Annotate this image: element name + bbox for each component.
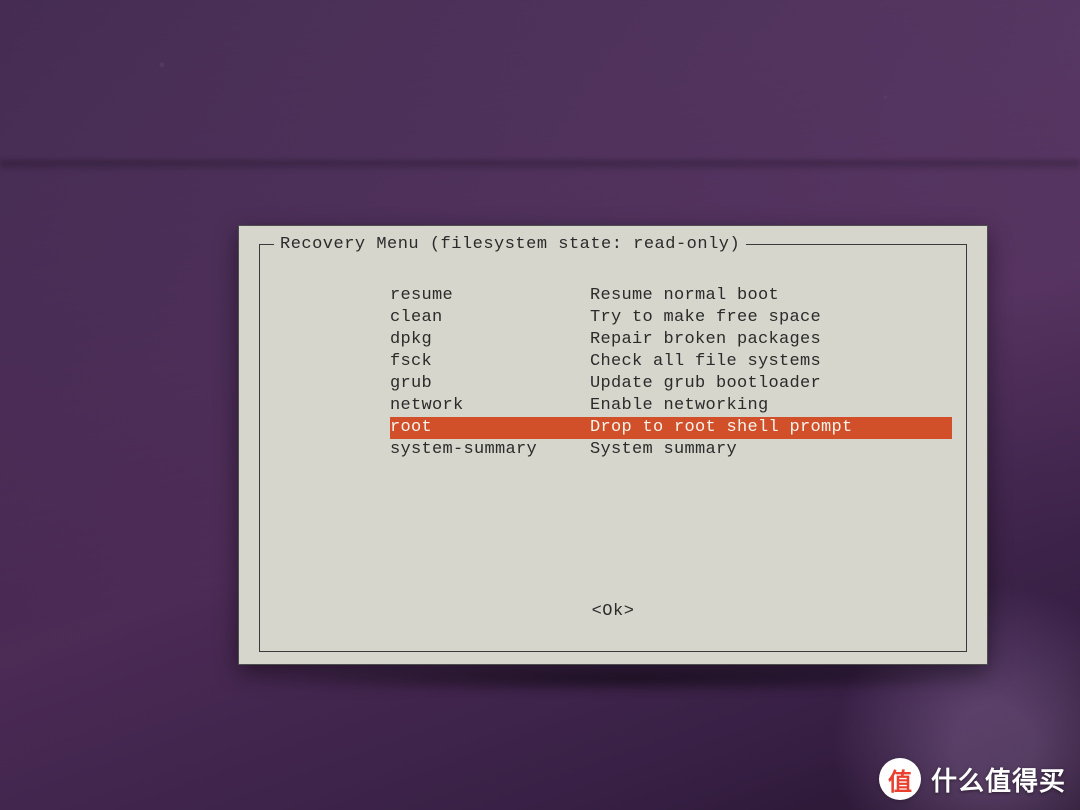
dialog-frame: Recovery Menu (filesystem state: read-on… — [259, 244, 967, 652]
menu-item-key: grub — [390, 373, 590, 395]
menu-item-key: network — [390, 395, 590, 417]
menu-item-desc: Check all file systems — [590, 351, 952, 373]
menu-item-desc: Drop to root shell prompt — [590, 417, 952, 439]
recovery-menu-dialog: Recovery Menu (filesystem state: read-on… — [238, 225, 988, 665]
dialog-shadow — [250, 665, 995, 693]
menu-item-desc: Enable networking — [590, 395, 952, 417]
menu-item-desc: Update grub bootloader — [590, 373, 952, 395]
watermark-badge-icon: 值 — [879, 758, 921, 800]
menu-item-resume[interactable]: resumeResume normal boot — [390, 285, 952, 307]
screen-glare-bar — [0, 160, 1080, 170]
menu-item-desc: Repair broken packages — [590, 329, 952, 351]
menu-item-key: root — [390, 417, 590, 439]
menu-item-clean[interactable]: cleanTry to make free space — [390, 307, 952, 329]
menu-item-dpkg[interactable]: dpkgRepair broken packages — [390, 329, 952, 351]
menu-item-desc: System summary — [590, 439, 952, 461]
menu-item-key: dpkg — [390, 329, 590, 351]
menu-item-fsck[interactable]: fsckCheck all file systems — [390, 351, 952, 373]
ok-button[interactable]: <Ok> — [260, 602, 966, 621]
menu-item-key: clean — [390, 307, 590, 329]
menu-item-grub[interactable]: grubUpdate grub bootloader — [390, 373, 952, 395]
dialog-title: Recovery Menu (filesystem state: read-on… — [274, 235, 746, 254]
watermark: 值 什么值得买 — [879, 758, 1066, 800]
menu-item-key: system-summary — [390, 439, 590, 461]
menu-item-key: resume — [390, 285, 590, 307]
watermark-text: 什么值得买 — [931, 761, 1066, 798]
menu-item-desc: Resume normal boot — [590, 285, 952, 307]
menu-list[interactable]: resumeResume normal bootcleanTry to make… — [390, 285, 952, 461]
menu-item-root[interactable]: rootDrop to root shell prompt — [390, 417, 952, 439]
menu-item-key: fsck — [390, 351, 590, 373]
menu-item-desc: Try to make free space — [590, 307, 952, 329]
menu-item-network[interactable]: networkEnable networking — [390, 395, 952, 417]
menu-item-system-summary[interactable]: system-summarySystem summary — [390, 439, 952, 461]
